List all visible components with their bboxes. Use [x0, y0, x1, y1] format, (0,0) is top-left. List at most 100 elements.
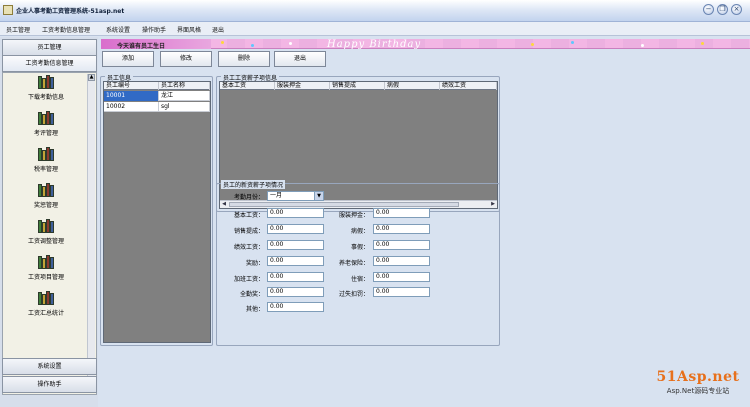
cell-employee-name[interactable]: 龙江 — [159, 91, 210, 101]
menu-employee[interactable]: 员工管理 — [6, 25, 30, 34]
basic-salary-field[interactable]: 0.00 — [267, 208, 324, 218]
overtime-pay-field[interactable]: 0.00 — [267, 272, 324, 282]
add-button[interactable]: 添加 — [102, 51, 154, 67]
table-row[interactable]: 10002 sgl — [104, 102, 210, 112]
nav-item-tax-rate[interactable]: 税率管理 — [3, 147, 89, 173]
nav-item-salary-summary[interactable]: 工资汇总统计 — [3, 291, 89, 317]
performance-salary-label: 绩效工资： — [233, 244, 264, 251]
nav-item-label: 下载考勤信息 — [27, 94, 64, 101]
attendance-month-label: 考勤月份： — [233, 194, 264, 201]
column-sick-leave[interactable]: 病假 — [385, 82, 440, 90]
delete-button[interactable]: 删除 — [218, 51, 270, 67]
grid-header: 员工编号 员工名称 — [104, 82, 210, 90]
column-clothing-deposit[interactable]: 服装押金 — [275, 82, 330, 90]
accommodation-label: 住宿： — [350, 276, 369, 283]
confetti-dot — [221, 41, 224, 44]
books-icon — [38, 219, 54, 233]
books-icon — [38, 255, 54, 269]
sales-commission-label: 销售提成： — [233, 228, 264, 235]
nav-header-salary-attendance[interactable]: 工资考勤信息管理 — [2, 55, 97, 72]
nav-item-label: 工资项目管理 — [27, 274, 64, 281]
personal-leave-label: 事假： — [350, 244, 369, 251]
pension-insurance-field[interactable]: 0.00 — [373, 256, 430, 266]
personal-leave-field[interactable]: 0.00 — [373, 240, 430, 250]
basic-salary-label: 基本工资： — [233, 212, 264, 219]
nav-item-label: 工资汇总统计 — [27, 310, 64, 317]
birthday-banner: 今天谁有员工生日 Happy Birthday — [101, 39, 750, 50]
menu-bar: 员工管理 工资考勤信息管理 系统设置 操作助手 界面风格 退出 — [0, 22, 750, 36]
nav-item-salary-adjustment[interactable]: 工资调整管理 — [3, 219, 89, 245]
confetti-dot — [701, 42, 704, 45]
fault-deduction-field[interactable]: 0.00 — [373, 287, 430, 297]
column-sales-commission[interactable]: 销售提成 — [330, 82, 385, 90]
menu-exit[interactable]: 退出 — [212, 25, 224, 34]
cell-employee-id[interactable]: 10001 — [104, 91, 159, 101]
window-title: 企业人事考勤工资管理系统-51asp.net — [16, 8, 125, 15]
menu-system-settings[interactable]: 系统设置 — [106, 25, 130, 34]
attendance-bonus-field[interactable]: 0.00 — [267, 287, 324, 297]
books-icon — [38, 291, 54, 305]
nav-item-rewards-penalties[interactable]: 奖惩管理 — [3, 183, 89, 209]
new-salary-caption: 员工的新资薪子项情况 — [221, 180, 286, 189]
attendance-bonus-label: 全勤奖： — [239, 291, 264, 298]
app-icon — [3, 5, 13, 15]
nav-item-salary-items[interactable]: 工资项目管理 — [3, 255, 89, 281]
clothing-deposit-label: 服装押金： — [338, 212, 369, 219]
accommodation-field[interactable]: 0.00 — [373, 272, 430, 282]
menu-operation-helper[interactable]: 操作助手 — [142, 25, 166, 34]
nav-header-employee[interactable]: 员工管理 — [2, 39, 97, 56]
sales-commission-field[interactable]: 0.00 — [267, 224, 324, 234]
sick-leave-field[interactable]: 0.00 — [373, 224, 430, 234]
nav-item-label: 考评管理 — [33, 130, 58, 137]
watermark-subtitle: Asp.Net源码专业站 — [666, 387, 730, 395]
performance-salary-field[interactable]: 0.00 — [267, 240, 324, 250]
table-row[interactable]: 10001 龙江 — [104, 91, 210, 101]
other-label: 其他： — [245, 306, 264, 313]
confetti-dot — [289, 42, 292, 45]
column-employee-name[interactable]: 员工名称 — [159, 82, 210, 90]
cell-employee-name[interactable]: sgl — [159, 102, 210, 112]
menu-theme[interactable]: 界面风格 — [177, 25, 201, 34]
sick-leave-label: 病假： — [350, 228, 369, 235]
nav-item-label: 税率管理 — [33, 166, 58, 173]
nav-item-list: 下载考勤信息 考评管理 税率管理 奖惩管理 工资调整管理 工资项目管理 工资汇总… — [2, 72, 97, 395]
nav-header-system-settings[interactable]: 系统设置 — [2, 358, 97, 375]
nav-scrollbar[interactable]: ▲ ▼ — [87, 74, 95, 393]
books-icon — [38, 75, 54, 89]
pension-insurance-label: 养老保险： — [338, 260, 369, 267]
scroll-up-icon[interactable]: ▲ — [88, 74, 95, 81]
cell-employee-id[interactable]: 10002 — [104, 102, 159, 112]
reward-field[interactable]: 0.00 — [267, 256, 324, 266]
nav-item-download-attendance[interactable]: 下载考勤信息 — [3, 75, 89, 101]
nav-item-label: 奖惩管理 — [33, 202, 58, 209]
edit-button[interactable]: 修改 — [160, 51, 212, 67]
column-performance-salary[interactable]: 绩效工资 — [440, 82, 497, 90]
confetti-dot — [531, 43, 534, 46]
overtime-pay-label: 加班工资： — [233, 276, 264, 283]
new-salary-group: 员工的新资薪子项情况 考勤月份： 一月 ▼ 基本工资： 0.00 销售提成： 0… — [216, 180, 500, 346]
books-icon — [38, 111, 54, 125]
navigation-panel: 员工管理 工资考勤信息管理 下载考勤信息 考评管理 税率管理 奖惩管理 工资调整… — [0, 37, 98, 407]
nav-item-evaluation[interactable]: 考评管理 — [3, 111, 89, 137]
employee-grid[interactable]: 员工编号 员工名称 10001 龙江 10002 sgl — [103, 81, 211, 343]
minimize-button[interactable]: − — [703, 4, 714, 15]
column-basic-salary[interactable]: 基本工资 — [220, 82, 275, 90]
nav-header-operation-helper[interactable]: 操作助手 — [2, 376, 97, 393]
main-content: 今天谁有员工生日 Happy Birthday 添加 修改 删除 退出 员工信息… — [98, 37, 750, 407]
employee-info-group: 员工信息 员工编号 员工名称 10001 龙江 10002 sgl — [100, 73, 213, 346]
restore-button[interactable]: ❐ — [717, 4, 728, 15]
other-field[interactable]: 0.00 — [267, 302, 324, 312]
books-icon — [38, 147, 54, 161]
chevron-down-icon[interactable]: ▼ — [314, 192, 323, 200]
menu-salary-attendance[interactable]: 工资考勤信息管理 — [42, 25, 90, 34]
confetti-dot — [641, 44, 644, 47]
close-button[interactable]: × — [731, 4, 742, 15]
column-employee-id[interactable]: 员工编号 — [104, 82, 159, 90]
attendance-month-select[interactable]: 一月 ▼ — [267, 191, 324, 201]
exit-button[interactable]: 退出 — [274, 51, 326, 67]
grid-header: 基本工资 服装押金 销售提成 病假 绩效工资 — [220, 82, 497, 90]
title-bar: 企业人事考勤工资管理系统-51asp.net − ❐ × — [0, 0, 750, 22]
clothing-deposit-field[interactable]: 0.00 — [373, 208, 430, 218]
attendance-month-value: 一月 — [270, 192, 283, 199]
site-watermark: 51Asp.net Asp.Net源码专业站 — [646, 369, 750, 407]
